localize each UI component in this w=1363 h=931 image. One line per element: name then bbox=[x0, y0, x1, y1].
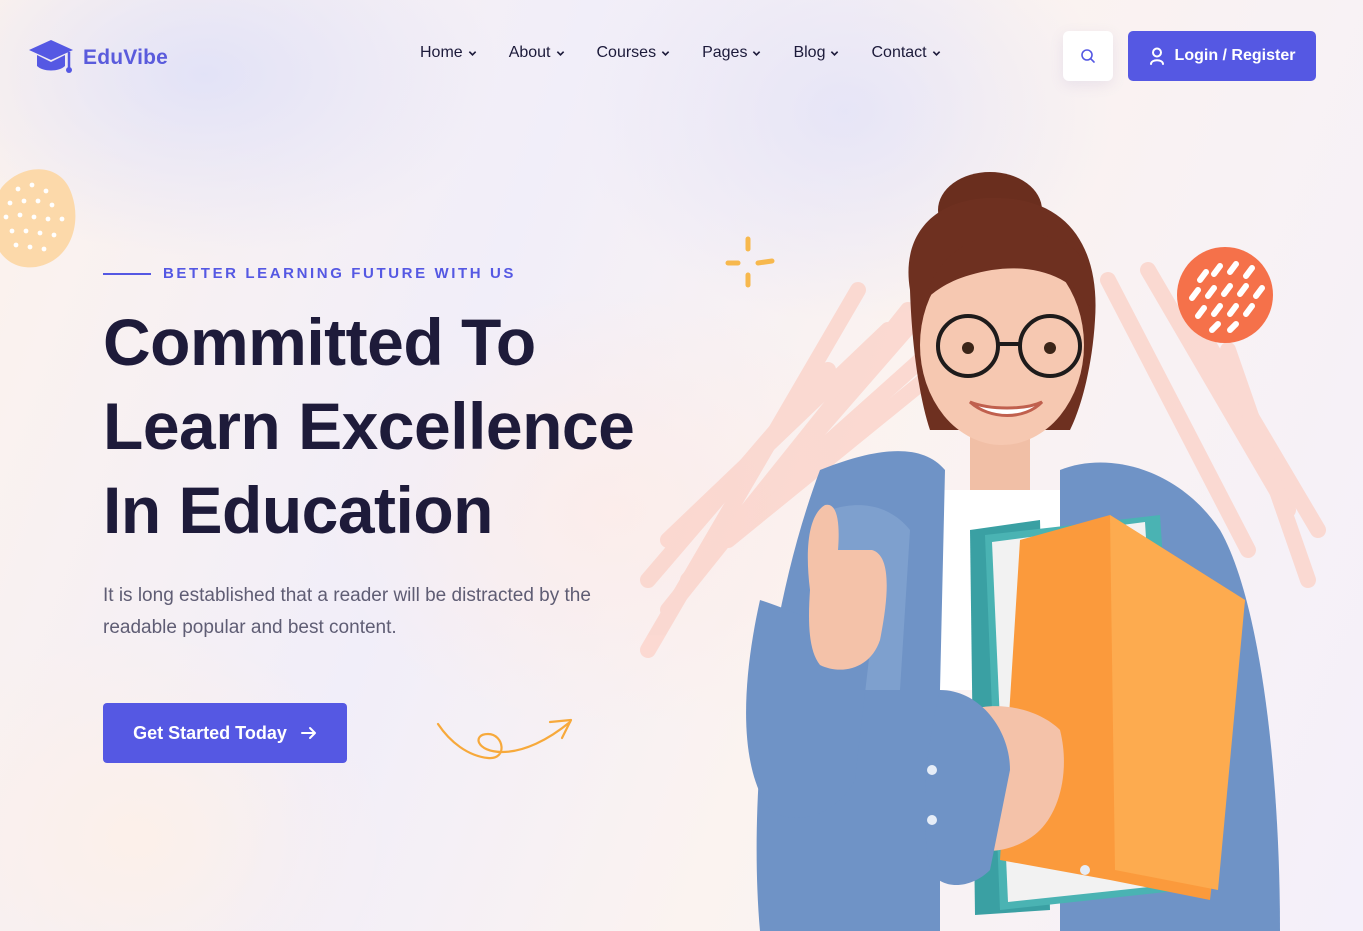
eyebrow-text: BETTER LEARNING FUTURE WITH US bbox=[163, 265, 516, 282]
chevron-down-icon bbox=[753, 50, 761, 56]
student-hero-image bbox=[746, 172, 1280, 931]
nav-item-label: About bbox=[508, 44, 551, 61]
nav-item-label: Home bbox=[420, 44, 463, 61]
hero-title-line: Learn Excellence bbox=[103, 389, 635, 463]
brand-logo[interactable]: EduVibe bbox=[27, 38, 168, 78]
arrow-right-icon bbox=[300, 727, 316, 739]
graduation-cap-icon bbox=[29, 40, 73, 73]
main-nav: Home About Courses Pages Blog Contact bbox=[420, 44, 941, 62]
chevron-down-icon bbox=[831, 50, 839, 56]
nav-item-about[interactable]: About bbox=[509, 44, 565, 62]
chevron-down-icon bbox=[556, 50, 564, 56]
nav-item-label: Contact bbox=[871, 44, 927, 61]
chevron-down-icon bbox=[932, 50, 940, 56]
nav-item-label: Pages bbox=[702, 44, 748, 61]
hero-description: It is long established that a reader wil… bbox=[103, 585, 591, 638]
login-register-button[interactable]: Login / Register bbox=[1128, 31, 1316, 81]
chevron-down-icon bbox=[468, 50, 476, 56]
eyebrow-line bbox=[103, 272, 151, 275]
search-icon bbox=[1081, 49, 1095, 63]
login-register-label: Login / Register bbox=[1174, 47, 1296, 64]
hero-eyebrow: BETTER LEARNING FUTURE WITH US bbox=[103, 265, 516, 282]
search-button[interactable] bbox=[1063, 31, 1113, 81]
hero-title: Committed To Learn Excellence In Educati… bbox=[103, 300, 663, 552]
nav-item-label: Courses bbox=[596, 44, 657, 61]
hero-title-line: Committed To bbox=[103, 305, 536, 379]
get-started-button[interactable]: Get Started Today bbox=[103, 703, 347, 763]
get-started-label: Get Started Today bbox=[133, 722, 287, 743]
nav-item-blog[interactable]: Blog bbox=[793, 44, 839, 62]
brand-name: EduVibe bbox=[83, 46, 169, 69]
nav-item-label: Blog bbox=[793, 44, 826, 61]
nav-item-contact[interactable]: Contact bbox=[871, 44, 940, 62]
site-header: EduVibe Home About Courses Pages Blog Co… bbox=[0, 0, 1363, 112]
swirl-arrow-decoration bbox=[436, 718, 573, 760]
user-icon bbox=[1149, 47, 1164, 65]
nav-item-courses[interactable]: Courses bbox=[597, 44, 671, 62]
dotted-blob-decoration bbox=[0, 169, 76, 268]
hero-title-line: In Education bbox=[103, 473, 494, 547]
chevron-down-icon bbox=[661, 50, 670, 56]
nav-item-pages[interactable]: Pages bbox=[702, 44, 761, 62]
nav-item-home[interactable]: Home bbox=[420, 44, 477, 62]
